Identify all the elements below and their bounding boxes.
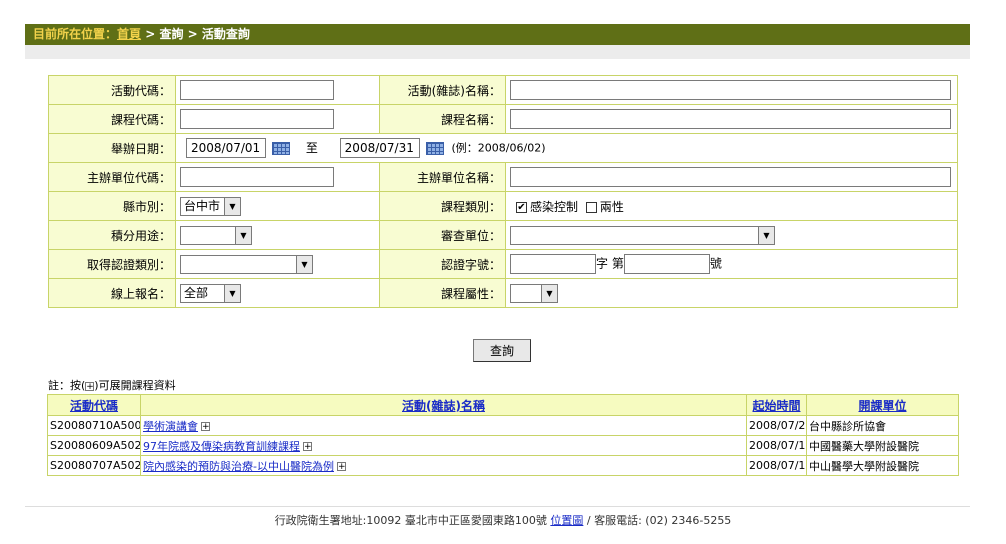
column-header-unit[interactable]: 開課單位 xyxy=(806,394,959,416)
course-name-input[interactable] xyxy=(510,109,951,129)
course-code-label: 課程代碼： xyxy=(48,104,176,134)
row-activity-link[interactable]: 院內感染的預防與治療-以中山醫院為例 xyxy=(143,460,334,473)
query-button[interactable]: 查詢 xyxy=(473,339,531,362)
table-row: S20080707A5023 院內感染的預防與治療-以中山醫院為例 + 2008/… xyxy=(47,455,959,476)
header-band xyxy=(25,45,970,59)
host-name-input[interactable] xyxy=(510,167,951,187)
expand-note: 註：按(+)可展開課程資料 xyxy=(48,377,176,393)
host-name-label: 主辦單位名稱： xyxy=(379,162,506,192)
cert-type-label: 取得認證類別： xyxy=(48,249,176,279)
chevron-down-icon: ▼ xyxy=(224,197,240,215)
online-signup-value: 全部 xyxy=(184,285,209,300)
breadcrumb-item-query: 查詢 xyxy=(159,27,184,41)
breadcrumb-separator: > xyxy=(141,27,160,41)
city-select-value: 台中市 xyxy=(184,198,221,213)
location-map-link[interactable]: 位置圖 xyxy=(550,514,583,527)
course-type-label: 課程類別： xyxy=(379,191,506,221)
row-unit: 台中縣診所協會 xyxy=(806,415,959,436)
cert-word-input[interactable] xyxy=(510,254,596,274)
footer: 行政院衛生署地址:10092 臺北市中正區愛國東路100號 位置圖 / 客服電話… xyxy=(0,512,1006,528)
review-unit-select[interactable]: ▼ xyxy=(510,225,775,245)
credit-use-select[interactable]: ▼ xyxy=(180,225,252,245)
chevron-down-icon: ▼ xyxy=(541,284,557,302)
column-header-name[interactable]: 活動(雜誌)名稱 xyxy=(140,394,747,416)
expand-note-suffix: )可展開課程資料 xyxy=(94,379,176,392)
chevron-down-icon: ▼ xyxy=(235,226,251,244)
course-code-input[interactable] xyxy=(180,109,334,129)
calendar-icon[interactable] xyxy=(272,141,290,155)
course-attr-select[interactable]: ▼ xyxy=(510,283,558,303)
row-code: S20080707A5023 xyxy=(47,455,141,476)
column-header-start[interactable]: 起始時間 xyxy=(746,394,807,416)
date-to-input[interactable]: 2008/07/31 xyxy=(339,138,420,158)
city-select[interactable]: 台中市 ▼ xyxy=(180,196,241,216)
row-activity-link[interactable]: 學術演講會 xyxy=(143,420,198,433)
row-code: S20080710A5007 xyxy=(47,415,141,436)
row-date: 2008/07/20 xyxy=(746,415,807,436)
activity-name-label: 活動(雜誌)名稱： xyxy=(379,75,506,105)
activity-code-input[interactable] xyxy=(180,80,334,100)
chevron-down-icon: ▼ xyxy=(296,255,312,273)
table-row: S20080710A5007 學術演講會 + 2008/07/20 台中縣診所協會 xyxy=(47,415,959,436)
cert-type-select[interactable]: ▼ xyxy=(180,254,313,274)
column-header-code[interactable]: 活動代碼 xyxy=(47,394,141,416)
expand-icon[interactable]: + xyxy=(201,422,210,432)
row-code: S20080609A5027 xyxy=(47,435,141,456)
cert-number-label: 號 xyxy=(709,256,722,271)
breadcrumb: 目前所在位置：首頁 > 查詢 > 活動查詢 xyxy=(25,24,970,45)
review-unit-label: 審查單位： xyxy=(379,220,506,250)
row-date: 2008/07/12 xyxy=(746,455,807,476)
row-unit: 中國醫藥大學附設醫院 xyxy=(806,435,959,456)
date-from-input[interactable]: 2008/07/01 xyxy=(186,138,266,158)
row-unit: 中山醫學大學附設醫院 xyxy=(806,455,959,476)
row-activity-link[interactable]: 97年院感及傳染病教育訓練課程 xyxy=(143,440,300,453)
date-to-word: 至 xyxy=(305,140,318,155)
table-row: S20080609A5027 97年院感及傳染病教育訓練課程 + 2008/07/… xyxy=(47,435,959,456)
breadcrumb-separator: > xyxy=(183,27,202,41)
credit-use-label: 積分用途： xyxy=(48,220,176,250)
date-label: 舉辦日期： xyxy=(48,133,176,163)
chevron-down-icon: ▼ xyxy=(224,284,240,302)
row-date: 2008/07/19 xyxy=(746,435,807,456)
course-attr-label: 課程屬性： xyxy=(379,278,506,308)
activity-name-input[interactable] xyxy=(510,80,951,100)
breadcrumb-item-activity-query: 活動查詢 xyxy=(201,27,250,41)
calendar-icon[interactable] xyxy=(425,141,444,155)
online-signup-select[interactable]: 全部 ▼ xyxy=(180,283,241,303)
footer-address: 行政院衛生署地址:10092 臺北市中正區愛國東路100號 xyxy=(274,514,551,527)
course-type-infection-label: 感染控制 xyxy=(530,199,579,214)
online-signup-label: 線上報名： xyxy=(48,278,176,308)
expand-note-prefix: 註：按( xyxy=(48,379,86,392)
course-name-label: 課程名稱： xyxy=(379,104,506,134)
course-type-gender-label: 兩性 xyxy=(599,199,624,214)
results-table: 活動代碼 活動(雜誌)名稱 起始時間 開課單位 S20080710A5007 學… xyxy=(47,394,959,476)
search-form: 活動代碼： 活動(雜誌)名稱： 課程代碼： 課程名稱： 舉辦日期： 2008/0… xyxy=(48,75,958,308)
breadcrumb-prefix: 目前所在位置： xyxy=(33,27,118,41)
chevron-down-icon: ▼ xyxy=(758,226,774,244)
host-code-label: 主辦單位代碼： xyxy=(48,162,176,192)
course-type-gender-checkbox[interactable] xyxy=(585,201,597,213)
expand-icon[interactable]: + xyxy=(303,442,312,452)
breadcrumb-home-link[interactable]: 首頁 xyxy=(117,27,141,41)
city-label: 縣市別： xyxy=(48,191,176,221)
course-type-infection-checkbox[interactable]: ✔ xyxy=(516,201,527,213)
expand-icon[interactable]: + xyxy=(336,462,346,472)
cert-number-input[interactable] xyxy=(623,254,710,274)
footer-phone: / 客服電話: (02) 2346-5255 xyxy=(583,514,732,527)
footer-divider xyxy=(25,506,970,507)
cert-word-label: 字 第 xyxy=(596,256,624,271)
plus-icon: + xyxy=(85,381,95,392)
results-header-row: 活動代碼 活動(雜誌)名稱 起始時間 開課單位 xyxy=(47,394,959,416)
cert-no-label: 認證字號： xyxy=(379,249,506,279)
host-code-input[interactable] xyxy=(180,167,334,187)
date-hint: (例：2008/06/02) xyxy=(451,141,546,155)
activity-code-label: 活動代碼： xyxy=(48,75,176,105)
